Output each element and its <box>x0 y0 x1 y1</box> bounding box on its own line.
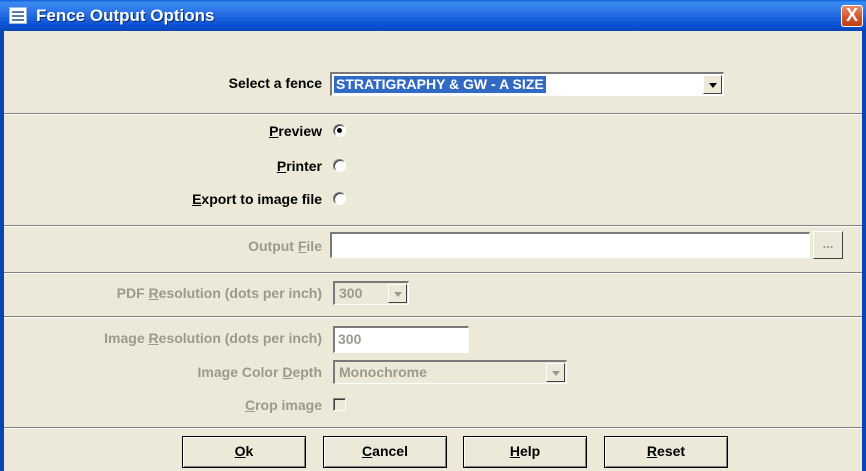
chevron-down-icon[interactable] <box>546 363 565 382</box>
image-color-depth-value: Monochrome <box>339 364 427 380</box>
fence-select-value: STRATIGRAPHY & GW - A SIZE <box>334 76 546 93</box>
window-title: Fence Output Options <box>36 6 215 25</box>
fence-select[interactable]: STRATIGRAPHY & GW - A SIZE <box>330 72 724 96</box>
app-icon <box>9 7 27 24</box>
fence-output-options-dialog: Fence Output Options X Select a fence ST… <box>0 0 866 471</box>
preview-label: Preview <box>269 123 322 139</box>
chevron-down-icon[interactable] <box>703 75 722 94</box>
separator <box>4 427 862 429</box>
printer-radio[interactable] <box>333 159 346 172</box>
output-file-input[interactable] <box>330 232 810 258</box>
image-resolution-input[interactable]: 300 <box>333 326 469 353</box>
window-frame-left <box>0 31 4 471</box>
select-fence-label: Select a fence <box>228 75 322 91</box>
window-frame-right <box>862 31 866 471</box>
separator <box>4 316 862 318</box>
reset-button[interactable]: Reset <box>604 436 728 468</box>
output-file-label: Output File <box>248 238 322 254</box>
chevron-down-icon[interactable] <box>388 284 407 303</box>
title-bar[interactable]: Fence Output Options X <box>0 0 866 31</box>
export-label: Export to image file <box>192 191 322 207</box>
image-resolution-label: Image Resolution (dots per inch) <box>104 330 322 346</box>
separator <box>4 113 862 115</box>
pdf-resolution-select[interactable]: 300 <box>333 281 409 305</box>
cancel-button[interactable]: Cancel <box>323 436 447 468</box>
close-icon[interactable]: X <box>841 5 863 27</box>
export-radio[interactable] <box>333 192 346 205</box>
image-color-depth-label: Image Color Depth <box>197 364 322 380</box>
pdf-resolution-value: 300 <box>339 285 363 301</box>
help-button[interactable]: Help <box>463 436 587 468</box>
printer-label: Printer <box>276 158 322 174</box>
preview-radio[interactable] <box>333 124 346 137</box>
browse-button[interactable]: ... <box>813 231 843 259</box>
separator <box>4 225 862 227</box>
pdf-resolution-label: PDF Resolution (dots per inch) <box>116 285 322 301</box>
image-color-depth-select[interactable]: Monochrome <box>333 360 567 384</box>
ok-button[interactable]: Ok <box>182 436 306 468</box>
separator <box>4 272 862 274</box>
crop-image-checkbox[interactable] <box>333 398 346 411</box>
crop-image-label: Crop image <box>244 397 322 413</box>
